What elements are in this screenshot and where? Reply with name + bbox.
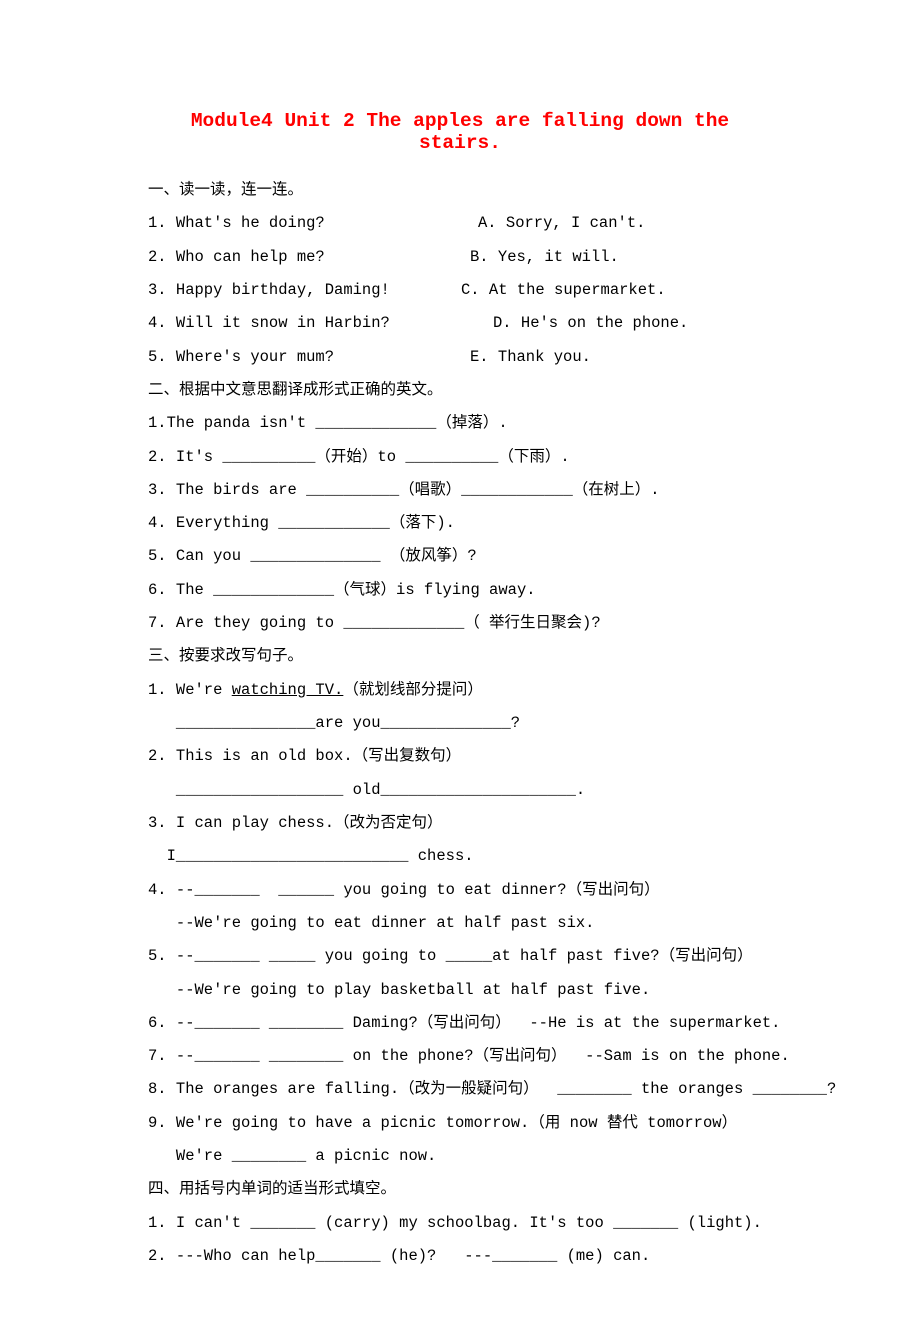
worksheet-page: Module4 Unit 2 The apples are falling do… xyxy=(0,0,920,1333)
s2-l3: 3. The birds are __________（唱歌）_________… xyxy=(148,474,772,507)
s1-q2: 2. Who can help me? xyxy=(148,241,470,274)
s3-l2a: 2. This is an old box.（写出复数句） xyxy=(148,740,772,773)
section-2-header: 二、根据中文意思翻译成形式正确的英文。 xyxy=(148,374,772,407)
s3-l5b: --We're going to play basketball at half… xyxy=(148,974,772,1007)
s1-a3: C. At the supermarket. xyxy=(461,281,666,299)
s1-row-1: 1. What's he doing?A. Sorry, I can't. xyxy=(148,207,772,240)
s2-l1: 1.The panda isn't _____________（掉落）. xyxy=(148,407,772,440)
s1-a4: D. He's on the phone. xyxy=(493,314,688,332)
s2-l2: 2. It's __________（开始）to __________（下雨）. xyxy=(148,441,772,474)
s3-l8: 8. The oranges are falling.（改为一般疑问句） ___… xyxy=(148,1073,772,1106)
s1-row-3: 3. Happy birthday, Daming!C. At the supe… xyxy=(148,274,772,307)
s3-l9a: 9. We're going to have a picnic tomorrow… xyxy=(148,1107,772,1140)
s2-l4: 4. Everything ____________（落下). xyxy=(148,507,772,540)
s1-q4: 4. Will it snow in Harbin? xyxy=(148,307,493,340)
s2-l7: 7. Are they going to _____________（ 举行生日… xyxy=(148,607,772,640)
s3-l1: 1. We're watching TV.（就划线部分提问） xyxy=(148,674,772,707)
s3-l4a: 4. --_______ ______ you going to eat din… xyxy=(148,874,772,907)
section-4-header: 四、用括号内单词的适当形式填空。 xyxy=(148,1173,772,1206)
s3-l5a: 5. --_______ _____ you going to _____at … xyxy=(148,940,772,973)
s3-l4b: --We're going to eat dinner at half past… xyxy=(148,907,772,940)
s3-l1-underline: watching TV. xyxy=(232,681,344,699)
s3-l1b: （就划线部分提问） xyxy=(343,681,483,699)
s1-row-5: 5. Where's your mum?E. Thank you. xyxy=(148,341,772,374)
s3-l3a: 3. I can play chess.（改为否定句） xyxy=(148,807,772,840)
s1-q3: 3. Happy birthday, Daming! xyxy=(148,274,461,307)
s2-l6: 6. The _____________（气球）is flying away. xyxy=(148,574,772,607)
s3-l7: 7. --_______ ________ on the phone?（写出问句… xyxy=(148,1040,772,1073)
s4-l1: 1. I can't _______ (carry) my schoolbag.… xyxy=(148,1207,772,1240)
s1-a5: E. Thank you. xyxy=(470,348,591,366)
s1-row-2: 2. Who can help me?B. Yes, it will. xyxy=(148,241,772,274)
s1-a1: A. Sorry, I can't. xyxy=(478,214,645,232)
s3-l3b: I_________________________ chess. xyxy=(148,840,772,873)
s3-l9b: We're ________ a picnic now. xyxy=(148,1140,772,1173)
s3-l2b: __________________ old__________________… xyxy=(148,774,772,807)
s1-q5: 5. Where's your mum? xyxy=(148,341,470,374)
s1-a2: B. Yes, it will. xyxy=(470,248,619,266)
s1-row-4: 4. Will it snow in Harbin?D. He's on the… xyxy=(148,307,772,340)
section-1-header: 一、读一读，连一连。 xyxy=(148,174,772,207)
s4-l2: 2. ---Who can help_______ (he)? ---_____… xyxy=(148,1240,772,1273)
section-3-header: 三、按要求改写句子。 xyxy=(148,640,772,673)
s1-q1: 1. What's he doing? xyxy=(148,207,478,240)
s3-l6: 6. --_______ ________ Daming?（写出问句） --He… xyxy=(148,1007,772,1040)
s3-l1a: 1. We're xyxy=(148,681,232,699)
page-title: Module4 Unit 2 The apples are falling do… xyxy=(148,110,772,154)
s3-l1c: _______________are you______________? xyxy=(148,707,772,740)
s2-l5: 5. Can you ______________ （放风筝）? xyxy=(148,540,772,573)
